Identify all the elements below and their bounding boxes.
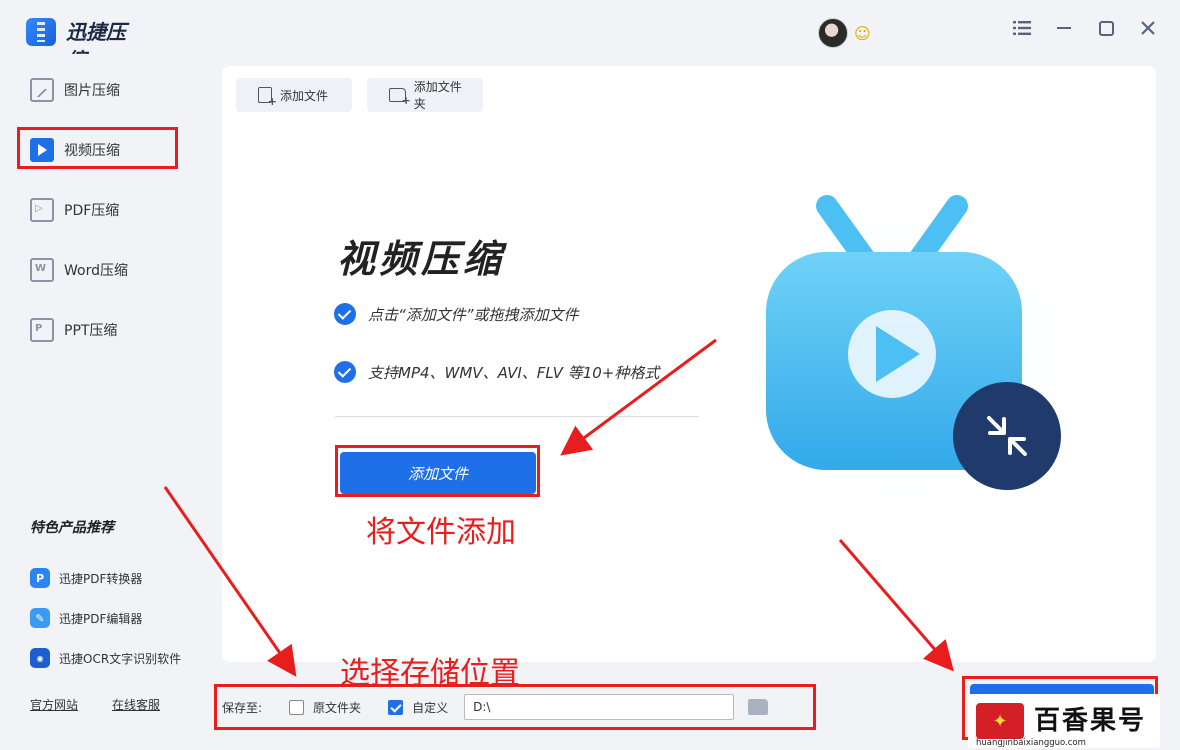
app-title: 迅捷压缩 xyxy=(66,20,126,54)
watermark-url: huangjinbaixiangguo.com xyxy=(976,738,1086,748)
save-location-bar: 保存至: 原文件夹 自定义 xyxy=(222,692,769,722)
save-path-input[interactable] xyxy=(464,694,735,720)
featured-item-pdf-converter[interactable]: P 迅捷PDF转换器 xyxy=(30,558,181,598)
ppt-file-icon: P xyxy=(30,318,54,342)
minimize-icon[interactable] xyxy=(1054,18,1074,38)
featured-item-ocr[interactable]: ◉ 迅捷OCR文字识别软件 xyxy=(30,638,181,678)
footer-links: 官方网站 在线客服 xyxy=(30,696,160,713)
watermark-brand: 百香果号 xyxy=(1034,706,1147,736)
annotation-box-sidebar xyxy=(17,127,178,169)
featured-item-label: 迅捷OCR文字识别软件 xyxy=(59,651,182,666)
annotation-box-add xyxy=(335,445,540,497)
pdf-editor-icon: ✎ xyxy=(30,608,50,628)
custom-folder-checkbox[interactable] xyxy=(388,699,404,715)
online-support-link[interactable]: 在线客服 xyxy=(112,696,160,713)
watermark-logo-icon: ✦ xyxy=(976,703,1024,739)
add-file-icon xyxy=(258,87,277,108)
featured-item-pdf-editor[interactable]: ✎ 迅捷PDF编辑器 xyxy=(30,598,181,638)
sidebar-item-label: Word压缩 xyxy=(64,263,128,279)
sidebar-item-pdf[interactable]: ▷ PDF压缩 xyxy=(0,180,210,240)
pdf-file-icon: ▷ xyxy=(30,198,54,222)
main-panel: 添加文件 添加文件夹 视频压缩 点击“添加文件”或拖拽添加文件 支持MP4、WM… xyxy=(222,66,1156,662)
feature-row: 点击“添加文件”或拖拽添加文件 xyxy=(334,303,579,325)
add-folder-icon xyxy=(389,88,410,107)
smile-icon: ☺ xyxy=(854,23,871,43)
sidebar-item-word[interactable]: W Word压缩 xyxy=(0,240,210,300)
sidebar-item-image[interactable]: 图片压缩 xyxy=(0,60,210,120)
video-compress-illustration xyxy=(752,195,1067,506)
check-circle-icon xyxy=(334,303,356,325)
app-logo: 迅捷压缩 xyxy=(26,18,144,54)
pdf-converter-icon: P xyxy=(30,568,50,588)
add-file-toolbar-button[interactable]: 添加文件 xyxy=(236,78,352,112)
word-file-icon: W xyxy=(30,258,54,282)
sidebar-item-ppt[interactable]: P PPT压缩 xyxy=(0,300,210,360)
featured-item-label: 迅捷PDF编辑器 xyxy=(59,611,143,626)
menu-list-icon[interactable] xyxy=(1012,18,1032,38)
official-website-link[interactable]: 官方网站 xyxy=(30,696,78,713)
ocr-icon: ◉ xyxy=(30,648,50,668)
add-file-toolbar-label: 添加文件 xyxy=(280,88,329,103)
image-file-icon xyxy=(30,78,54,102)
original-folder-checkbox[interactable] xyxy=(289,699,305,715)
browse-folder-icon[interactable] xyxy=(748,699,769,715)
sidebar-item-label: PPT压缩 xyxy=(64,323,118,339)
save-to-label: 保存至: xyxy=(222,700,263,715)
user-area[interactable]: ☺ xyxy=(818,18,871,48)
app-logo-icon xyxy=(26,18,56,46)
annotation-add-text: 将文件添加 xyxy=(366,515,516,550)
feature-row: 支持MP4、WMV、AVI、FLV 等10+种格式 xyxy=(334,361,659,383)
close-icon[interactable] xyxy=(1138,18,1158,38)
add-folder-toolbar-label: 添加文件夹 xyxy=(413,80,462,111)
user-avatar[interactable] xyxy=(818,18,848,48)
featured-item-label: 迅捷PDF转换器 xyxy=(59,571,143,586)
window-controls xyxy=(1012,18,1158,38)
sidebar: 图片压缩 视频压缩 ▷ PDF压缩 W Word压缩 P PPT压缩 xyxy=(0,60,210,360)
page-title: 视频压缩 xyxy=(337,237,506,281)
custom-folder-label: 自定义 xyxy=(412,700,449,715)
maximize-icon[interactable] xyxy=(1096,18,1116,38)
featured-products-title: 特色产品推荐 xyxy=(30,520,114,536)
feature-text: 点击“添加文件”或拖拽添加文件 xyxy=(368,305,579,324)
sidebar-item-label: PDF压缩 xyxy=(64,203,120,219)
feature-text: 支持MP4、WMV、AVI、FLV 等10+种格式 xyxy=(368,363,660,382)
watermark: ✦ 百香果号 huangjinbaixiangguo.com xyxy=(968,694,1160,748)
featured-products-list: P 迅捷PDF转换器 ✎ 迅捷PDF编辑器 ◉ 迅捷OCR文字识别软件 xyxy=(30,558,181,678)
add-folder-toolbar-button[interactable]: 添加文件夹 xyxy=(367,78,483,112)
check-circle-icon xyxy=(334,361,356,383)
divider xyxy=(335,416,699,417)
sidebar-item-label: 图片压缩 xyxy=(64,83,120,99)
original-folder-label: 原文件夹 xyxy=(313,700,362,715)
